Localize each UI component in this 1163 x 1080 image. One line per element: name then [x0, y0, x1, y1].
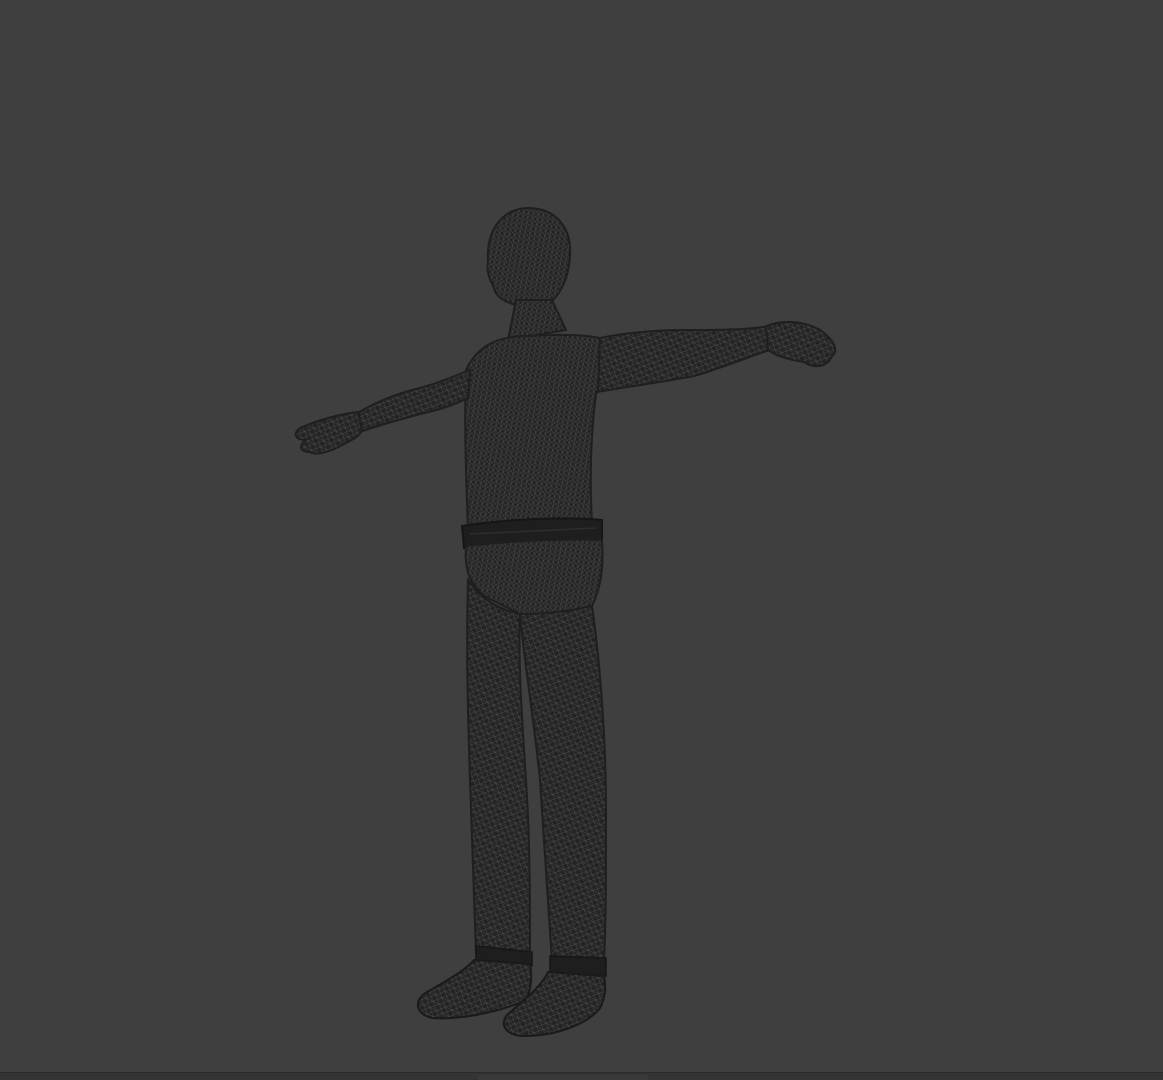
- 3d-viewport[interactable]: [0, 0, 1163, 1072]
- model-head[interactable]: [486, 206, 572, 308]
- bottom-tab-hint: [478, 1075, 648, 1080]
- model-arm-right[interactable]: [596, 320, 837, 394]
- model-hand-right: [764, 320, 837, 368]
- bottom-panel-edge: [0, 1072, 1163, 1080]
- human-wireframe-model[interactable]: [0, 0, 1163, 1072]
- model-torso[interactable]: [464, 333, 610, 530]
- model-arm-left[interactable]: [294, 368, 472, 455]
- model-hand-left: [294, 410, 364, 455]
- model-leg-left[interactable]: [416, 576, 533, 1020]
